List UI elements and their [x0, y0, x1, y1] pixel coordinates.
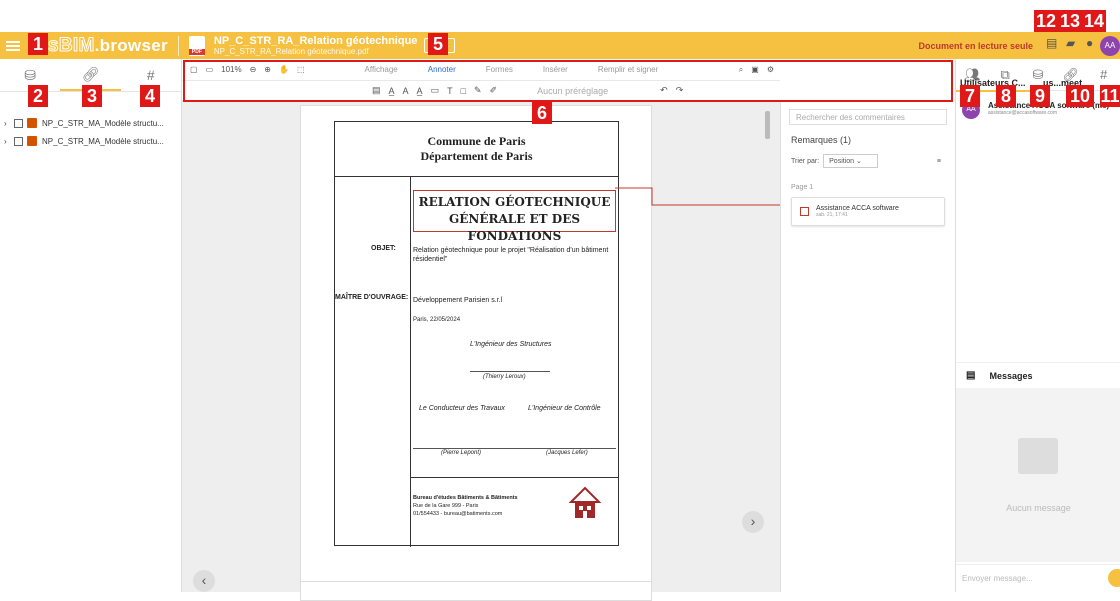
- frame-divider: [410, 177, 411, 547]
- messages-title: Messages: [989, 370, 1033, 381]
- right-panel: 👥︎ ⧉ ⛁ 🔗︎ # Utilisateurs C... us...meet …: [955, 59, 1120, 592]
- bell-icon[interactable]: ●: [1086, 37, 1098, 49]
- departement-text: Département de Paris: [420, 149, 533, 163]
- bureau-info: Bureau d'études Bâtiments & Bâtiments Ru…: [413, 494, 518, 518]
- marker-13: 13: [1058, 10, 1082, 32]
- bureau-address: Rue de la Gare 999 - Paris: [413, 503, 479, 509]
- model-tree: › NP_C_STR_MA_Modèle structu... › NP_C_S…: [0, 114, 181, 150]
- readonly-notice: Document en lecture seule: [918, 41, 1033, 51]
- comment-author: Assistance ACCA software: [816, 205, 899, 212]
- date-text: Paris, 22/05/2024: [413, 317, 461, 323]
- comment-search-input[interactable]: Rechercher des commentaires: [789, 109, 947, 125]
- marker-6: 6: [532, 102, 552, 124]
- annotation-connector: [615, 187, 795, 206]
- toolbar-highlight-box: [183, 60, 953, 102]
- user-avatar[interactable]: AA: [1100, 36, 1120, 56]
- ingenieur-controle: L'Ingénieur de Contrôle: [528, 405, 601, 412]
- pdf-page-2: [300, 581, 652, 601]
- top-spacer: [0, 0, 1120, 32]
- database-icon[interactable]: ▤: [1046, 37, 1058, 49]
- layers-icon[interactable]: ▰: [1066, 37, 1078, 49]
- scrollbar[interactable]: [765, 111, 770, 139]
- rectangle-annotation-icon: [800, 207, 809, 216]
- footer-divider: [410, 477, 619, 478]
- filter-icon[interactable]: ≡: [937, 158, 941, 165]
- comment-date: sab. 21, 17:41: [816, 212, 848, 218]
- signature-3: (Jacques Lefer): [546, 450, 588, 456]
- pdf-file-icon: [188, 35, 205, 56]
- marker-7: 7: [960, 85, 980, 107]
- no-message-text: Aucun message: [1006, 503, 1071, 513]
- chevron-right-icon[interactable]: ›: [4, 137, 12, 146]
- ingenieur-structures: L'Ingénieur des Structures: [470, 341, 552, 348]
- sort-label: Trier par:: [791, 157, 820, 165]
- marker-10: 10: [1066, 85, 1094, 107]
- title-line-1: RELATION GÉOTECHNIQUE: [418, 195, 611, 209]
- messages-area: Aucun message: [956, 388, 1120, 562]
- header-divider: [177, 35, 179, 56]
- signature-2: (Pierre Lepont): [441, 450, 482, 456]
- next-page-button[interactable]: ›: [742, 511, 764, 533]
- marker-1: 1: [28, 33, 48, 55]
- sort-row: Trier par: Position ⌄ ≡: [791, 154, 945, 168]
- signature-1: (Thierry Leroux): [483, 374, 526, 380]
- maitre-label: MAÎTRE D'OUVRAGE:: [335, 294, 409, 301]
- comment-card[interactable]: Assistance ACCA software sab. 21, 17:41: [791, 197, 945, 226]
- model-icon: [27, 136, 37, 146]
- pdf-page: Commune de Paris Département de Paris RE…: [300, 105, 652, 585]
- checkbox[interactable]: [14, 118, 23, 128]
- comments-panel: Rechercher des commentaires Remarques (1…: [780, 101, 955, 592]
- marker-8: 8: [996, 85, 1016, 107]
- comments-title: Remarques (1): [791, 135, 852, 145]
- cover-frame: Commune de Paris Département de Paris RE…: [334, 121, 619, 547]
- marker-2: 2: [28, 85, 48, 107]
- document-title: NP_C_STR_RA_Relation géotechnique NP_C_S…: [214, 35, 418, 56]
- prev-page-button[interactable]: ‹: [193, 570, 215, 592]
- app-logo: sBIM.browser: [48, 34, 168, 56]
- document-header: Commune de Paris Département de Paris: [335, 122, 618, 177]
- document-title-box[interactable]: RELATION GÉOTECHNIQUE GÉNÉRALE ET DES FO…: [413, 190, 616, 243]
- tree-item[interactable]: › NP_C_STR_MA_Modèle structu...: [0, 114, 181, 132]
- objet-label: OBJET:: [371, 245, 396, 252]
- bureau-name: Bureau d'études Bâtiments & Bâtiments: [413, 495, 518, 501]
- messages-header: ▤ Messages: [956, 362, 1120, 388]
- marker-12: 12: [1034, 10, 1058, 32]
- conducteur-text: Le Conducteur des Travaux: [419, 405, 505, 412]
- marker-5: 5: [428, 33, 448, 55]
- bureau-contact: 01/554433 - bureau@batiments.com: [413, 511, 503, 517]
- left-panel: ⛁ 🔗︎ # › NP_C_STR_MA_Modèle structu... ›…: [0, 59, 182, 592]
- send-button[interactable]: [1108, 569, 1120, 587]
- document-viewer: ▢ ▭ 101% ⊖ ⊕ ✋ ⬚ Affichage Annoter Forme…: [182, 59, 780, 601]
- checkbox[interactable]: [14, 136, 23, 146]
- house-logo: [568, 486, 602, 518]
- chevron-right-icon[interactable]: ›: [4, 119, 12, 128]
- marker-3: 3: [82, 85, 102, 107]
- marker-9: 9: [1030, 85, 1050, 107]
- document-filename: NP_C_STR_RA_Relation géotechnique.pdf: [213, 47, 369, 56]
- title-line-2: GÉNÉRALE ET DES FONDATIONS: [448, 212, 581, 243]
- marker-11: 11: [1100, 85, 1120, 107]
- maitre-value: Développement Parisien s.r.l: [413, 297, 503, 304]
- signature-line: [470, 371, 550, 372]
- signature-line: [413, 448, 616, 449]
- model-icon: [27, 118, 37, 128]
- message-icon: ▤: [966, 370, 976, 381]
- objet-value: Relation géotechnique pour le projet "Ré…: [413, 247, 609, 263]
- message-input[interactable]: Envoyer message...: [956, 564, 1120, 592]
- menu-icon[interactable]: [6, 40, 20, 51]
- page-label: Page 1: [791, 184, 814, 191]
- tree-item[interactable]: › NP_C_STR_MA_Modèle structu...: [0, 132, 181, 150]
- document-name: NP_C_STR_RA_Relation géotechnique: [213, 35, 418, 47]
- user-email: assistance@accasoftware.com: [988, 110, 1057, 116]
- no-message-icon: [1018, 438, 1058, 474]
- marker-14: 14: [1082, 10, 1106, 32]
- commune-text: Commune de Paris: [427, 134, 526, 148]
- sort-select[interactable]: Position ⌄: [823, 154, 879, 168]
- app-header: sBIM.browser NP_C_STR_RA_Relation géotec…: [0, 32, 1120, 59]
- marker-4: 4: [140, 85, 160, 107]
- header-icons: ▤ ▰ ●: [1046, 37, 1098, 49]
- tree-item-label: NP_C_STR_MA_Modèle structu...: [42, 136, 164, 146]
- tree-item-label: NP_C_STR_MA_Modèle structu...: [42, 118, 164, 128]
